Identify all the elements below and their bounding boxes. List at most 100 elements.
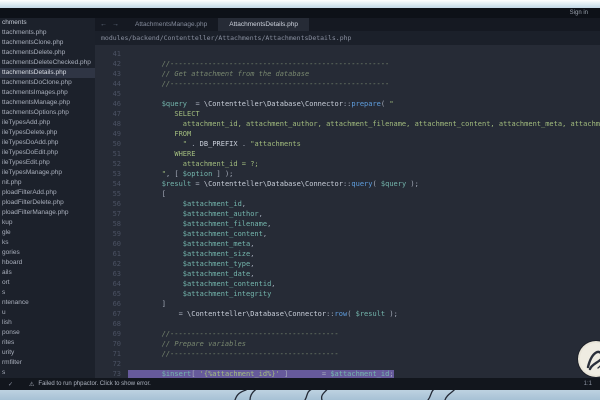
sidebar-file-item[interactable]: s xyxy=(0,368,95,378)
breadcrumb[interactable]: modules/backend/Contentteller/Attachment… xyxy=(101,34,351,42)
code-line[interactable]: 43 // Get attachment from the database xyxy=(95,69,600,79)
code-line[interactable]: 49 FROM xyxy=(95,129,600,139)
sidebar-file-item[interactable]: ileTypesManage.php xyxy=(0,168,95,178)
sidebar-file-item[interactable]: u xyxy=(0,308,95,318)
status-message[interactable]: Failed to run phpactor. Click to show er… xyxy=(38,381,150,387)
code-editor[interactable]: 4142 //---------------------------------… xyxy=(95,45,600,378)
code-line[interactable]: 63 $attachment_date, xyxy=(95,269,600,279)
sidebar-file-item[interactable]: ploadFilterDelete.php xyxy=(0,198,95,208)
sidebar-file-item[interactable]: ponse xyxy=(0,328,95,338)
sidebar-file-item[interactable]: ploadFilterAdd.php xyxy=(0,188,95,198)
nav-forward-icon[interactable]: → xyxy=(112,21,119,28)
code-text: $attachment_filename, xyxy=(128,220,271,228)
code-line[interactable]: 73 $insert[ '{%attachment_id%}' ] = $att… xyxy=(95,369,600,378)
code-text: SELECT xyxy=(128,110,200,118)
code-line[interactable]: 61 $attachment_size, xyxy=(95,249,600,259)
sidebar-file-item[interactable]: kup xyxy=(0,218,95,228)
sidebar-file-item[interactable]: ttachmentsImages.php xyxy=(0,88,95,98)
line-number: 71 xyxy=(95,349,121,359)
editor-tab[interactable]: AttachmentsManage.php xyxy=(124,18,218,31)
line-number: 63 xyxy=(95,269,121,279)
editor-window: Sign in chmentsttachments.phpttachmentsC… xyxy=(0,8,600,390)
line-number: 41 xyxy=(95,49,121,59)
code-line[interactable]: 72 xyxy=(95,359,600,369)
code-line[interactable]: 51 WHERE xyxy=(95,149,600,159)
sidebar-file-item[interactable]: gle xyxy=(0,228,95,238)
code-line[interactable]: 48 attachment_id, attachment_author, att… xyxy=(95,119,600,129)
sidebar-file-item[interactable]: urity xyxy=(0,348,95,358)
wallpaper-plant-illustration xyxy=(0,390,600,400)
sidebar-file-item[interactable]: ttachmentsDelete.php xyxy=(0,48,95,58)
sidebar-file-item[interactable]: ileTypesDoAdd.php xyxy=(0,138,95,148)
code-line[interactable]: 71 //-----------------------------------… xyxy=(95,349,600,359)
code-line[interactable]: 68 xyxy=(95,319,600,329)
code-line[interactable]: 69 //-----------------------------------… xyxy=(95,329,600,339)
sidebar-file-item[interactable]: gories xyxy=(0,248,95,258)
code-line[interactable]: 50 " . DB_PREFIX . "attachments xyxy=(95,139,600,149)
cursor-position[interactable]: 1:1 xyxy=(584,381,592,387)
code-line[interactable]: 59 $attachment_content, xyxy=(95,229,600,239)
code-line[interactable]: 45 xyxy=(95,89,600,99)
sidebar-file-item[interactable]: ttachmentsDeleteChecked.php xyxy=(0,58,95,68)
line-number: 70 xyxy=(95,339,121,349)
code-text: attachment_id, attachment_author, attach… xyxy=(128,120,600,128)
breadcrumb-bar: modules/backend/Contentteller/Attachment… xyxy=(95,31,600,45)
code-line[interactable]: 57 $attachment_author, xyxy=(95,209,600,219)
sidebar-file-item[interactable]: ttachmentsClone.php xyxy=(0,38,95,48)
code-line[interactable]: 70 // Prepare variables xyxy=(95,339,600,349)
nav-back-icon[interactable]: ← xyxy=(100,21,107,28)
code-line[interactable]: 56 $attachment_id, xyxy=(95,199,600,209)
code-line[interactable]: 44 //-----------------------------------… xyxy=(95,79,600,89)
sidebar-file-item[interactable]: rites xyxy=(0,338,95,348)
line-number: 53 xyxy=(95,169,121,179)
code-line[interactable]: 41 xyxy=(95,49,600,59)
code-line[interactable]: 54 $result = \Contentteller\Database\Con… xyxy=(95,179,600,189)
code-line[interactable]: 60 $attachment_meta, xyxy=(95,239,600,249)
sidebar-file-item[interactable]: ttachments.php xyxy=(0,28,95,38)
code-line[interactable]: 46 $query = \Contentteller\Database\Conn… xyxy=(95,99,600,109)
diagnostics-check-icon[interactable]: ✓ xyxy=(8,381,13,388)
sidebar-file-item[interactable]: ttachmentsOptions.php xyxy=(0,108,95,118)
sidebar-file-item[interactable]: ileTypesAdd.php xyxy=(0,118,95,128)
sign-in-button[interactable]: Sign in xyxy=(570,10,588,16)
code-line[interactable]: 47 SELECT xyxy=(95,109,600,119)
sidebar-file-item[interactable]: ort xyxy=(0,278,95,288)
sidebar-file-item[interactable]: ttachmentsDoClone.php xyxy=(0,78,95,88)
code-line[interactable]: 64 $attachment_contentid, xyxy=(95,279,600,289)
code-line[interactable]: 66 ] xyxy=(95,299,600,309)
sidebar-file-item[interactable]: ttachmentsManage.php xyxy=(0,98,95,108)
sidebar-file-item[interactable]: s xyxy=(0,288,95,298)
sidebar-file-item[interactable]: hboard xyxy=(0,258,95,268)
sidebar-file-item[interactable]: ileTypesEdit.php xyxy=(0,158,95,168)
sidebar-file-item[interactable]: chments xyxy=(0,18,95,28)
code-line[interactable]: 53 ", [ $option ] ); xyxy=(95,169,600,179)
sidebar-file-item[interactable]: ntenance xyxy=(0,298,95,308)
line-number: 46 xyxy=(95,99,121,109)
editor-tab[interactable]: AttachmentsDetails.php xyxy=(218,18,309,31)
code-text: //--------------------------------------… xyxy=(128,80,389,88)
sidebar-file-item[interactable]: ails xyxy=(0,268,95,278)
sidebar-file-item[interactable]: ttachmentsDetails.php xyxy=(0,68,95,78)
line-number: 68 xyxy=(95,319,121,329)
code-line[interactable]: 62 $attachment_type, xyxy=(95,259,600,269)
selected-code-text: $insert[ '{%attachment_id%}' ] = $attach… xyxy=(128,370,394,378)
title-bar: Sign in xyxy=(0,8,600,18)
sidebar-file-item[interactable]: rmfilter xyxy=(0,358,95,368)
code-line[interactable]: 52 attachment_id = ?; xyxy=(95,159,600,169)
sidebar-file-item[interactable]: lish xyxy=(0,318,95,328)
code-line[interactable]: 67 = \Contentteller\Database\Connector::… xyxy=(95,309,600,319)
code-line[interactable]: 55 [ xyxy=(95,189,600,199)
sidebar-file-item[interactable]: ks xyxy=(0,238,95,248)
code-text: //--------------------------------------… xyxy=(128,350,339,358)
sidebar-file-item[interactable]: ileTypesDoEdit.php xyxy=(0,148,95,158)
line-number: 52 xyxy=(95,159,121,169)
code-line[interactable]: 58 $attachment_filename, xyxy=(95,219,600,229)
sidebar-file-item[interactable]: ileTypesDelete.php xyxy=(0,128,95,138)
code-text: = \Contentteller\Database\Connector::row… xyxy=(128,310,398,318)
code-text: " . DB_PREFIX . "attachments xyxy=(128,140,301,148)
sidebar-file-item[interactable]: ploadFilterManage.php xyxy=(0,208,95,218)
code-line[interactable]: 65 $attachment_integrity xyxy=(95,289,600,299)
line-number: 43 xyxy=(95,69,121,79)
sidebar-file-item[interactable]: nit.php xyxy=(0,178,95,188)
code-line[interactable]: 42 //-----------------------------------… xyxy=(95,59,600,69)
